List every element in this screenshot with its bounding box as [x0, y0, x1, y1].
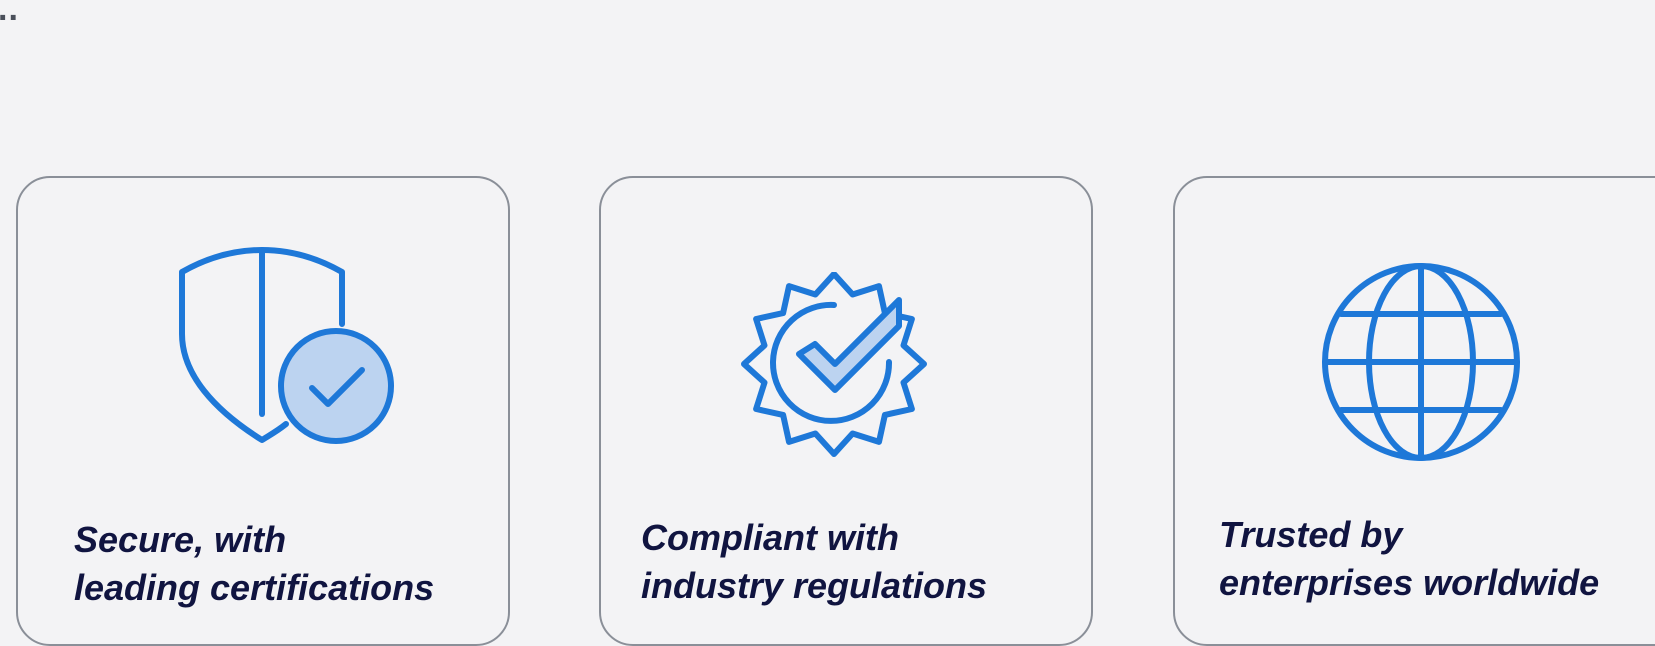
globe-icon [1322, 263, 1520, 461]
overflow-indicator: .. [0, 0, 19, 28]
feature-caption: Trusted by enterprises worldwide [1219, 514, 1600, 603]
feature-caption: Secure, with leading certifications [74, 519, 435, 608]
feature-caption: Compliant with industry regulations [641, 517, 988, 606]
feature-card-trusted: Trusted by enterprises worldwide [1173, 176, 1655, 646]
verified-badge-icon [741, 272, 927, 457]
feature-card-compliant: Compliant with industry regulations [599, 176, 1093, 646]
feature-card-secure: Secure, with leading certifications [16, 176, 510, 646]
shield-check-icon [179, 247, 394, 444]
